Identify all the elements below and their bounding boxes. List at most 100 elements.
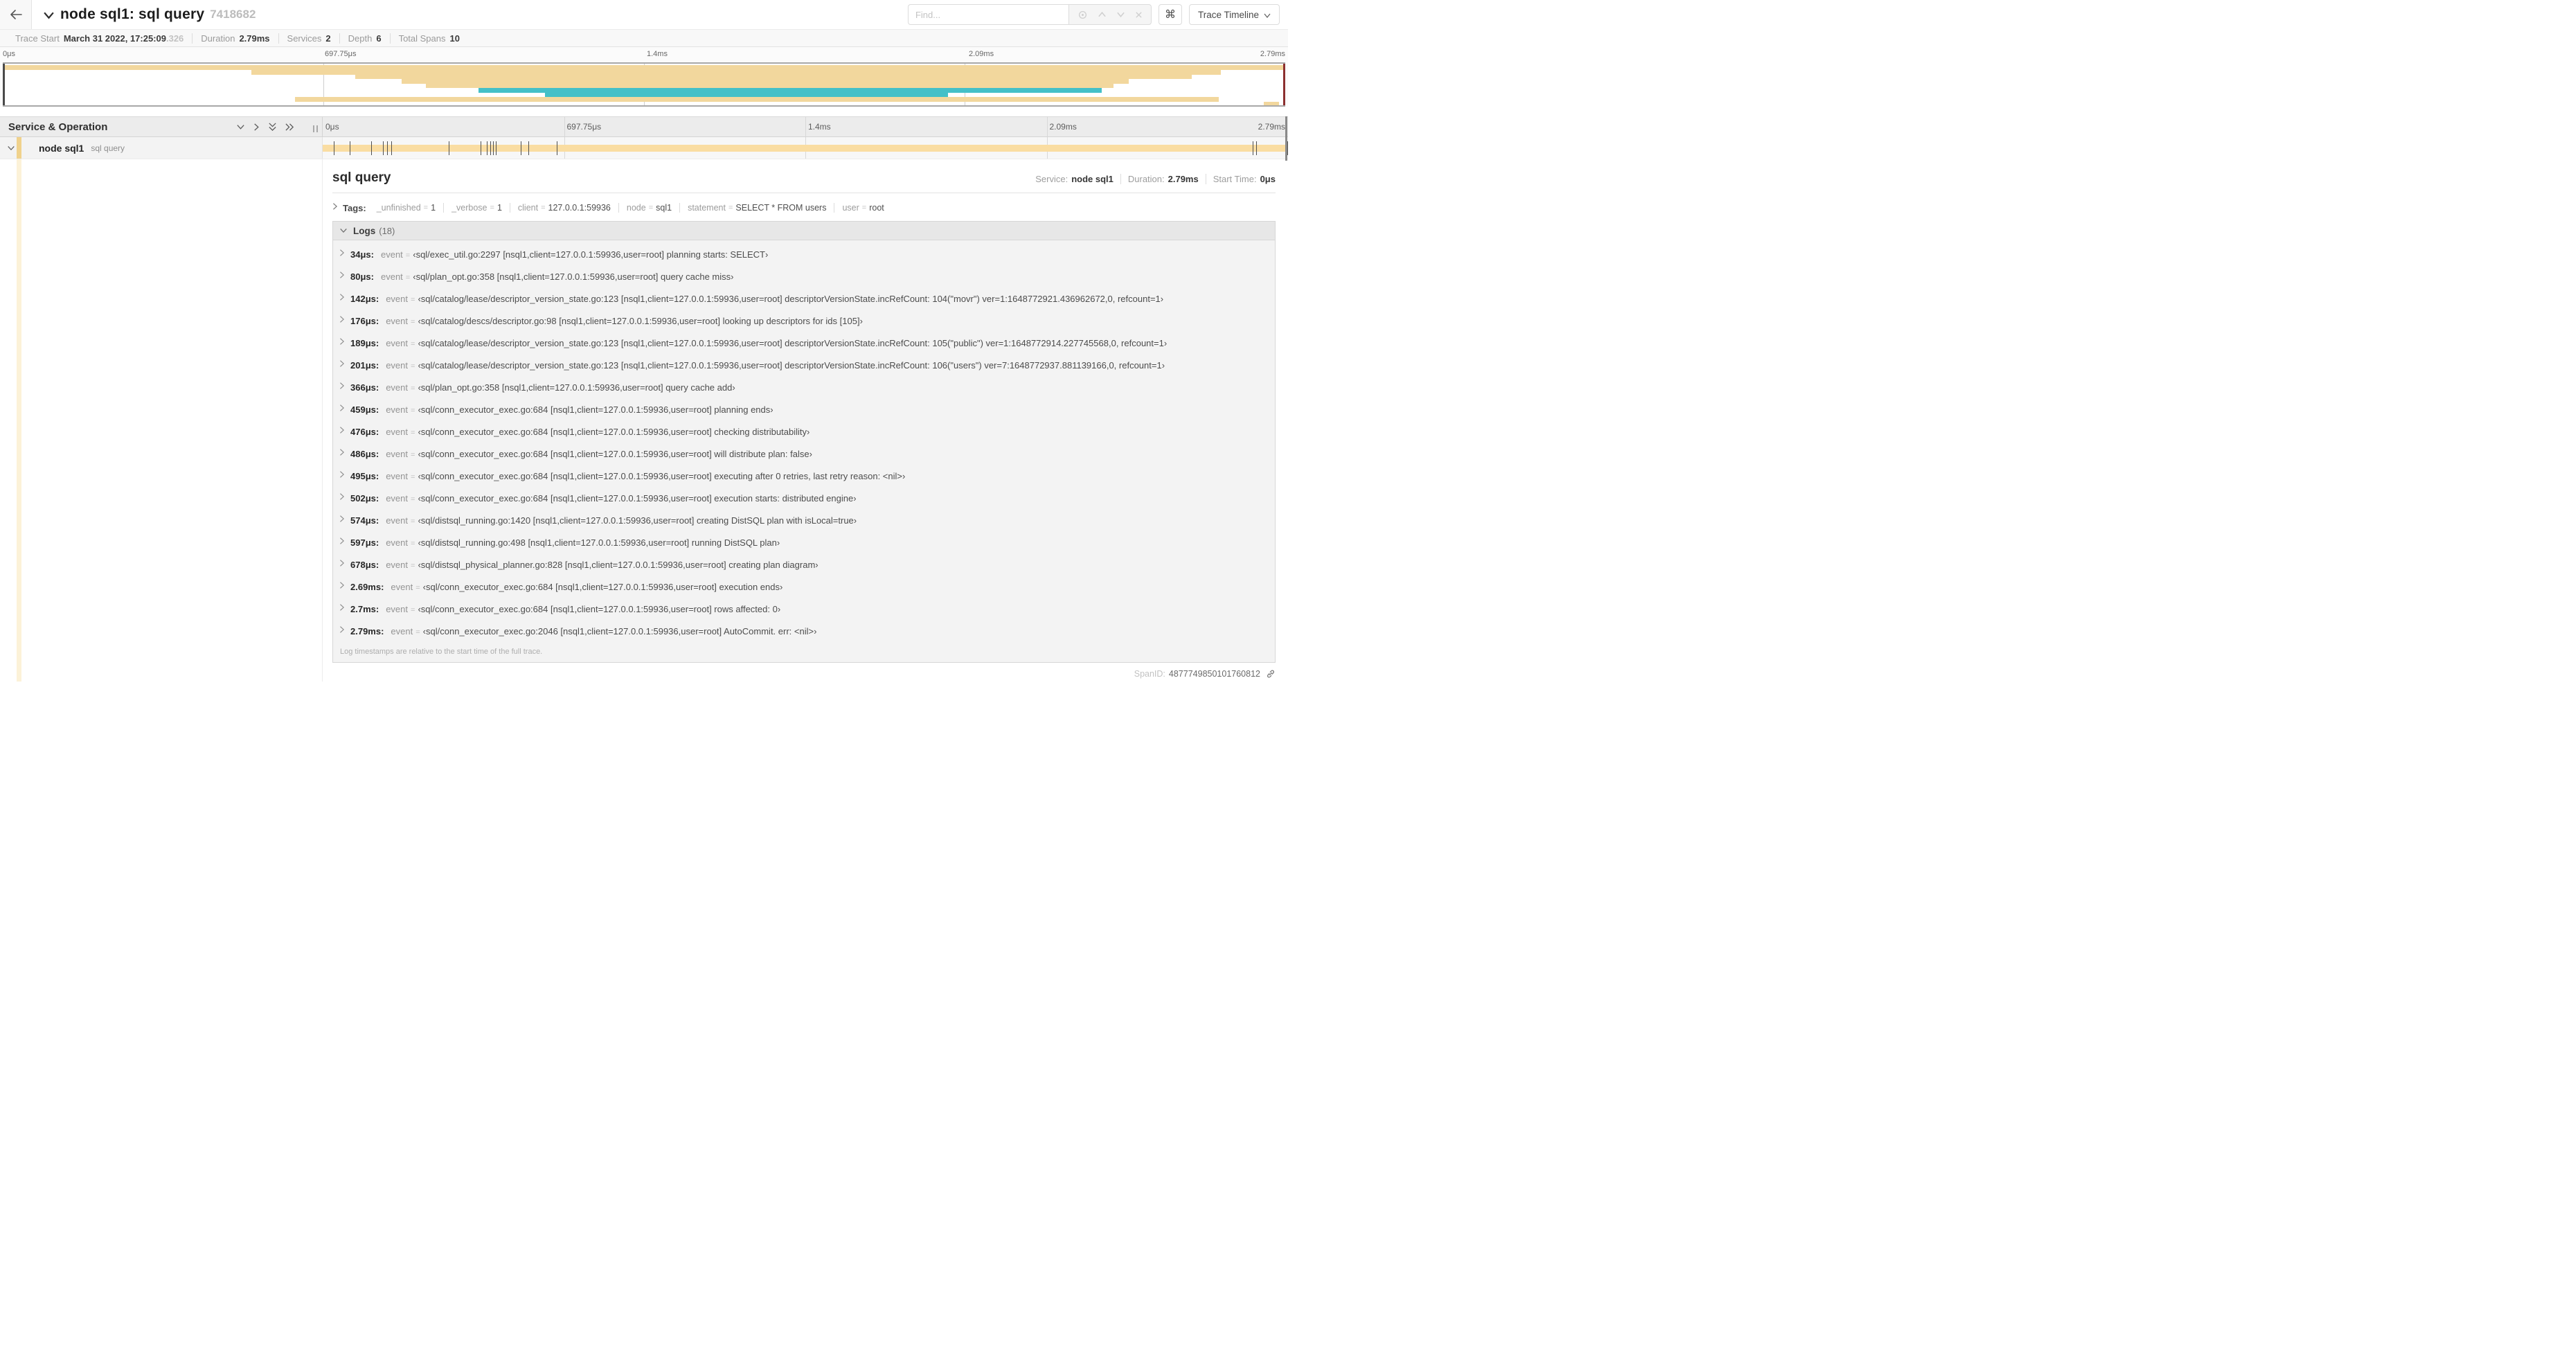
log-entry[interactable]: 597μs: event = ‹sql/distsql_running.go:498 … [333, 531, 1275, 553]
detail-operation-title: sql query [332, 170, 391, 185]
minimap-graph[interactable] [3, 62, 1285, 107]
log-field-value: ‹sql/distsql_running.go:498 [nsql1,clien… [418, 537, 780, 548]
tag-key: node [626, 203, 646, 213]
log-entry[interactable]: 176μs: event = ‹sql/catalog/descs/descripto… [333, 310, 1275, 332]
log-marker-tick [1287, 141, 1288, 155]
chevron-right-icon [339, 625, 345, 637]
link-icon[interactable] [1266, 669, 1276, 679]
expand-all-double-chevron-right-icon[interactable] [285, 123, 294, 132]
log-equals: = [411, 406, 415, 415]
log-message: event = ‹sql/conn_executor_exec.go:684 [ns… [386, 449, 812, 459]
log-field-value: ‹sql/distsql_running.go:1420 [nsql1,clie… [418, 515, 857, 526]
log-field-key: event [386, 404, 409, 415]
summary-value: 2.79ms [239, 33, 270, 44]
detail-meta-pair: Service: node sql1 [1028, 174, 1120, 184]
log-field-key: event [386, 559, 409, 570]
log-message: event = ‹sql/conn_executor_exec.go:684 [ns… [386, 404, 773, 415]
column-resizer-handle[interactable] [313, 125, 318, 132]
chevron-right-icon [339, 381, 345, 393]
next-result-chevron-down-icon[interactable] [1116, 11, 1125, 18]
span-row-bar-cell[interactable] [323, 137, 1288, 159]
trace-collapse-chevron-down-icon[interactable] [43, 10, 55, 20]
summary-value: 2 [325, 33, 331, 44]
log-marker-tick [1256, 141, 1258, 155]
tag-value: SELECT * FROM users [735, 203, 827, 213]
log-field-key: event [391, 625, 413, 636]
log-entry[interactable]: 2.7ms: event = ‹sql/conn_executor_exec.go:6… [333, 598, 1275, 620]
logs-count: (18) [379, 225, 395, 236]
logs-footnote: Log timestamps are relative to the start… [340, 648, 543, 656]
find-controls [1068, 4, 1152, 25]
log-entry[interactable]: 142μs: event = ‹sql/catalog/lease/descripto… [333, 287, 1275, 310]
log-entry[interactable]: 574μs: event = ‹sql/distsql_running.go:1420… [333, 509, 1275, 531]
log-field-value: ‹sql/exec_util.go:2297 [nsql1,client=127… [413, 249, 769, 260]
clear-search-icon[interactable] [1135, 11, 1143, 19]
log-entry[interactable]: 476μs: event = ‹sql/conn_executor_exec.go:6… [333, 420, 1275, 443]
log-entry[interactable]: 201μs: event = ‹sql/catalog/lease/descripto… [333, 354, 1275, 376]
log-message: event = ‹sql/catalog/descs/descriptor.go:9… [386, 316, 863, 326]
tag-equals: = [648, 204, 654, 212]
minimap-right-scrubber-handle[interactable] [1283, 64, 1285, 105]
keyboard-shortcuts-button[interactable]: ⌘ [1158, 4, 1182, 25]
span-collapse-chevron-down-icon[interactable] [7, 145, 15, 151]
log-equals: = [411, 339, 415, 348]
span-detail-panel: sql query Service: node sql1 Duration: 2.79… [323, 159, 1288, 682]
time-tick-label: 0μs [325, 122, 339, 132]
tags-accordion[interactable]: Tags: _unfinished = 1 _verbose = 1 client = 127.… [332, 202, 1276, 214]
collapse-one-chevron-down-icon[interactable] [236, 124, 245, 130]
chevron-right-icon [339, 314, 345, 327]
logs-accordion-header[interactable]: Logs (18) [333, 222, 1275, 240]
span-service-name: node sql1 [39, 142, 84, 154]
span-row-service-cell[interactable]: node sql1 sql query [0, 137, 323, 159]
log-timestamp: 2.7ms: [350, 603, 379, 614]
span-detail-row: sql query Service: node sql1 Duration: 2.79… [0, 159, 1288, 682]
log-equals: = [411, 450, 415, 459]
log-entry[interactable]: 486μs: event = ‹sql/conn_executor_exec.go:6… [333, 443, 1275, 465]
vertical-scrollbar-thumb[interactable] [1285, 116, 1287, 161]
log-field-key: event [386, 537, 409, 548]
log-timestamp: 189μs: [350, 337, 379, 348]
chevron-right-icon [332, 202, 338, 214]
log-message: event = ‹sql/conn_executor_exec.go:684 [ns… [391, 582, 782, 592]
log-equals: = [405, 251, 411, 260]
minimap-left-scrubber-handle[interactable] [3, 64, 5, 105]
find-input[interactable] [907, 4, 1068, 25]
log-entry[interactable]: 189μs: event = ‹sql/catalog/lease/descripto… [333, 332, 1275, 354]
log-timestamp: 502μs: [350, 492, 379, 504]
time-tick-label: 1.4ms [808, 122, 831, 132]
log-timestamp: 459μs: [350, 404, 379, 415]
locate-icon[interactable] [1077, 10, 1088, 20]
tag-equals: = [423, 204, 429, 212]
log-field-key: event [386, 315, 409, 326]
log-marker-tick [493, 141, 494, 155]
log-entry[interactable]: 678μs: event = ‹sql/distsql_physical_planne… [333, 553, 1275, 576]
log-entry[interactable]: 459μs: event = ‹sql/conn_executor_exec.go:6… [333, 398, 1275, 420]
tag-value: 1 [431, 203, 436, 213]
collapse-all-double-chevron-down-icon[interactable] [268, 122, 277, 132]
log-entry[interactable]: 2.69ms: event = ‹sql/conn_executor_exec.go:… [333, 576, 1275, 598]
log-field-value: ‹sql/catalog/lease/descriptor_version_st… [418, 359, 1165, 371]
log-entry[interactable]: 502μs: event = ‹sql/conn_executor_exec.go:6… [333, 487, 1275, 509]
log-entry[interactable]: 366μs: event = ‹sql/plan_opt.go:358 [nsql1,… [333, 376, 1275, 398]
log-equals: = [411, 428, 415, 437]
log-field-value: ‹sql/conn_executor_exec.go:684 [nsql1,cl… [418, 404, 773, 415]
detail-meta-label: Start Time: [1213, 174, 1257, 184]
log-equals: = [415, 627, 420, 636]
log-entry[interactable]: 2.79ms: event = ‹sql/conn_executor_exec.go:… [333, 620, 1275, 642]
chevron-right-icon [339, 603, 345, 615]
log-message: event = ‹sql/distsql_running.go:498 [nsql1… [386, 537, 780, 548]
minimap-axis: 0μs 697.75μs 1.4ms 2.09ms 2.79ms [0, 47, 1288, 62]
log-marker-tick [528, 141, 530, 155]
expand-one-chevron-right-icon[interactable] [253, 123, 260, 132]
log-entry[interactable]: 495μs: event = ‹sql/conn_executor_exec.go:6… [333, 465, 1275, 487]
span-row: node sql1 sql query [0, 137, 1288, 159]
log-entry[interactable]: 80μs: event = ‹sql/plan_opt.go:358 [nsql1,c… [333, 265, 1275, 287]
log-equals: = [411, 517, 415, 526]
tag-equals: = [541, 204, 546, 212]
log-message: event = ‹sql/plan_opt.go:358 [nsql1,client… [381, 271, 734, 282]
view-selector-button[interactable]: Trace Timeline [1188, 4, 1280, 25]
tag-key: _unfinished [376, 203, 421, 213]
back-button[interactable] [0, 0, 32, 29]
prev-result-chevron-up-icon[interactable] [1098, 11, 1107, 18]
log-entry[interactable]: 34μs: event = ‹sql/exec_util.go:2297 [nsql1… [333, 243, 1275, 265]
